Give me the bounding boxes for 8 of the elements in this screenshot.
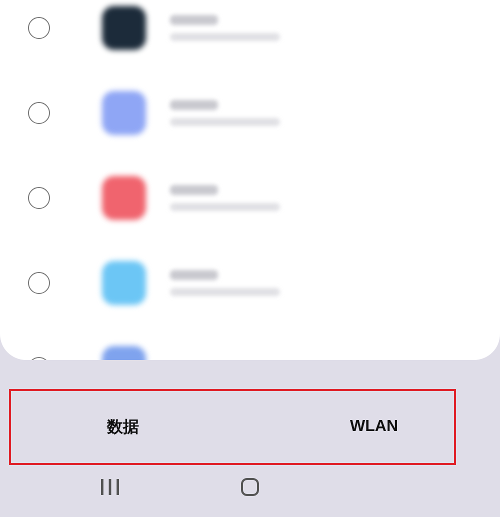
tab[interactable]: 数据 <box>99 412 147 442</box>
radio-button[interactable] <box>28 102 50 124</box>
recent-apps-icon[interactable] <box>100 478 120 496</box>
tab[interactable]: WLAN <box>342 414 406 440</box>
radio-button[interactable] <box>28 16 50 38</box>
home-icon[interactable] <box>240 477 260 497</box>
radio-button[interactable] <box>28 186 50 208</box>
radio-button[interactable] <box>28 272 50 294</box>
